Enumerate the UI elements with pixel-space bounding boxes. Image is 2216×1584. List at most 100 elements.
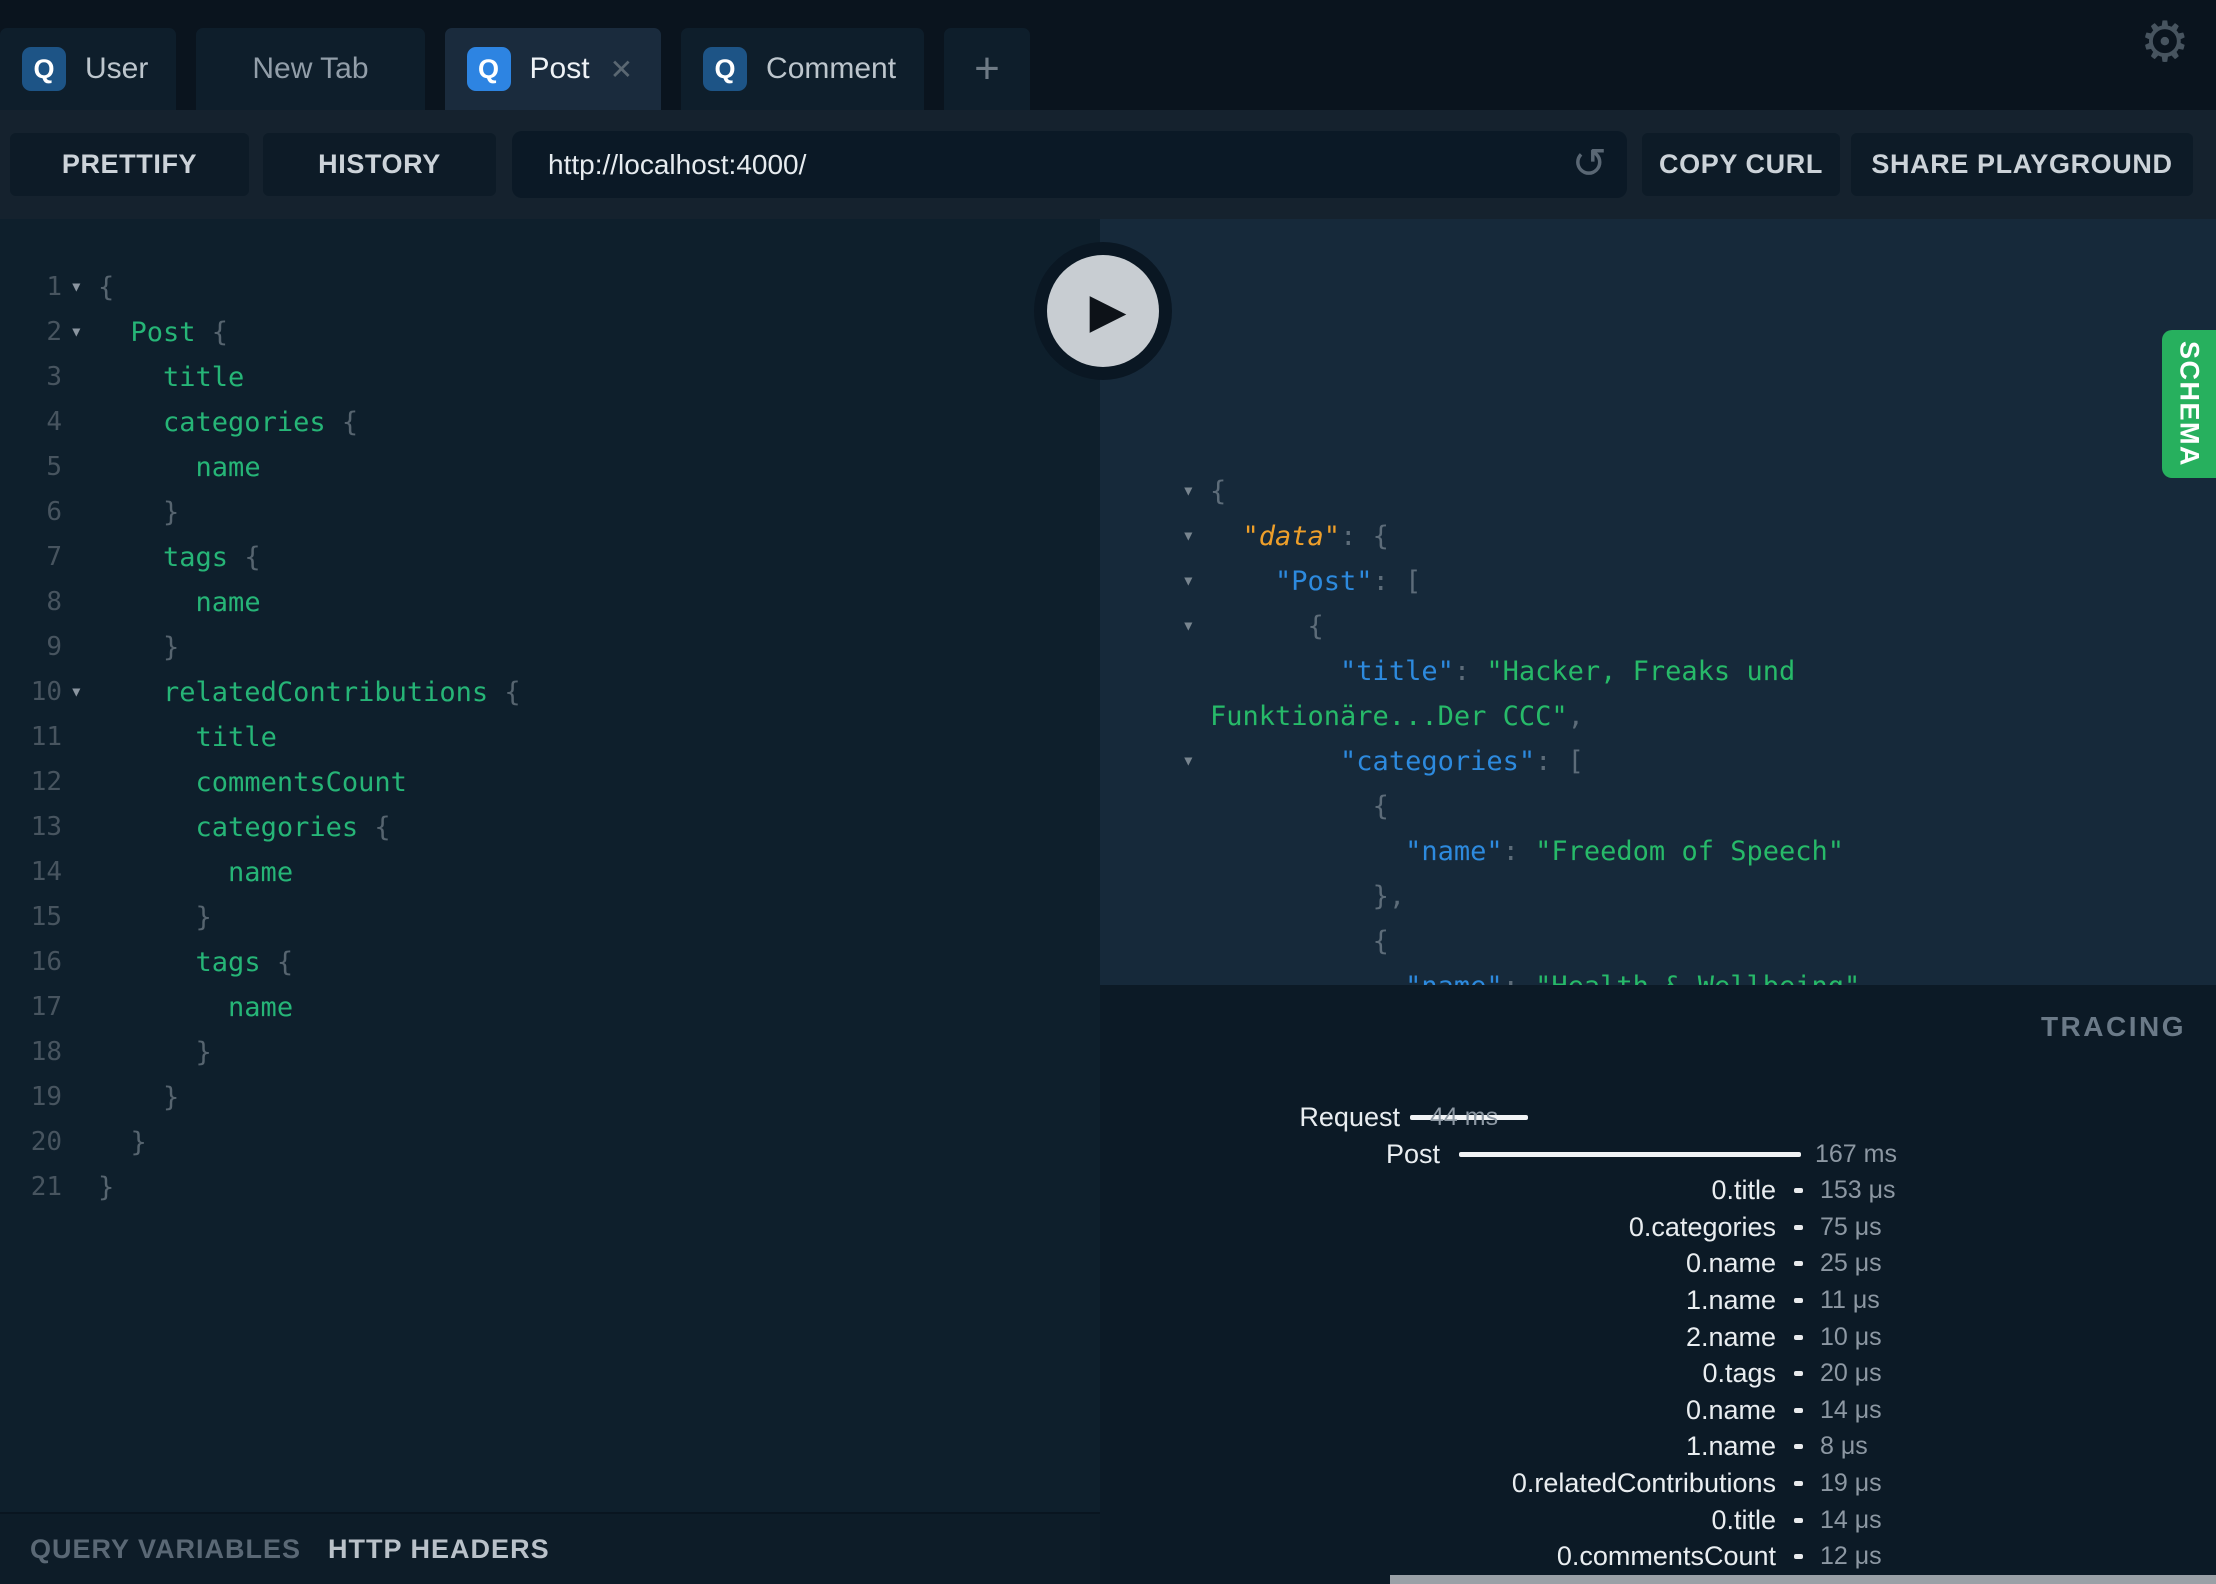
play-icon: ▶ [1089,283,1127,339]
line-number: 12 [30,767,62,797]
editor-line: 14 name [0,850,1100,895]
schema-side-tab[interactable]: SCHEMA [2162,330,2216,478]
http-headers-tab[interactable]: HTTP HEADERS [328,1534,550,1565]
tab-label: Comment [766,52,897,85]
line-number: 13 [30,812,62,842]
tab-user[interactable]: Q User [0,28,177,110]
editor-code: categories { [163,407,359,438]
tracing-row-label: 0.name [1685,1248,1776,1279]
line-number: 18 [30,1037,62,1067]
editor-code: tags { [163,542,261,573]
editor-line: 2 ▾ Post { [0,310,1100,355]
line-number: 21 [30,1172,62,1202]
tracing-row-value: 12 μs [1820,1542,1882,1571]
add-tab-button[interactable]: + [944,28,1030,110]
tracing-row: 0.title 153 μs [1100,1172,2216,1209]
horizontal-scrollbar[interactable] [1390,1575,2216,1584]
editor-code: name [195,452,261,483]
settings-gear-icon[interactable]: ⚙ [2140,14,2190,70]
tracing-row-value: 8 μs [1820,1432,1868,1461]
editor-line: 20 } [0,1120,1100,1165]
endpoint-url-value: http://localhost:4000/ [548,148,807,180]
tab-comment[interactable]: Q Comment [681,28,925,110]
fold-arrow-icon[interactable]: ▾ [1182,558,1195,603]
tracing-dash [1794,1224,1803,1230]
editor-line: 4 categories { [0,400,1100,445]
editor-code: relatedContributions { [163,677,521,708]
editor-line: 21} [0,1165,1100,1210]
tracing-dash [1794,1334,1803,1340]
editor-code: } [163,632,180,663]
tab-post[interactable]: Q Post ✕ [444,28,662,110]
tracing-row-label: 1.name [1685,1431,1776,1462]
editor-bottom-bar: QUERY VARIABLES HTTP HEADERS [0,1512,1100,1584]
editor-line: 9 } [0,625,1100,670]
editor-code: categories { [195,812,391,843]
fold-arrow-icon[interactable]: ▾ [70,669,83,714]
editor-code: name [228,992,294,1023]
line-number: 14 [30,857,62,887]
query-editor[interactable]: 1 ▾{2 ▾ Post {3 title 4 categories {5 name 6… [0,265,1100,1210]
prettify-button[interactable]: PRETTIFY [10,133,249,196]
tracing-row: 0.name 14 μs [1100,1392,2216,1429]
query-editor-pane[interactable]: 1 ▾{2 ▾ Post {3 title 4 categories {5 name 6… [0,219,1100,1512]
endpoint-url-input[interactable]: http://localhost:4000/ ↺ [512,131,1627,198]
tracing-row-label: 0.title [1711,1504,1776,1535]
query-badge: Q [703,47,748,91]
response-line: "title": "Hacker, Freaks und [1340,656,1796,687]
response-line: { [1372,791,1389,822]
tracing-row: Request 44 ms [1100,1099,2216,1136]
tracing-row-label: Post [1385,1138,1440,1169]
line-number: 16 [30,947,62,977]
response-line: }, [1372,881,1406,912]
editor-line: 11 title [0,715,1100,760]
tracing-dash [1794,1371,1803,1377]
fold-arrow-icon[interactable]: ▾ [1182,738,1195,783]
close-tab-icon[interactable]: ✕ [610,53,633,86]
tab-new-tab[interactable]: New Tab [196,28,425,110]
fold-arrow-icon[interactable]: ▾ [70,264,83,309]
editor-code: { [98,272,115,303]
query-variables-tab[interactable]: QUERY VARIABLES [30,1534,301,1565]
tracing-row: 1.name 8 μs [1100,1428,2216,1465]
tracing-row-label: 2.name [1685,1321,1776,1352]
copy-curl-button[interactable]: COPY CURL [1642,133,1840,196]
fold-arrow-icon[interactable]: ▾ [1182,468,1195,513]
share-playground-button[interactable]: SHARE PLAYGROUND [1851,133,2193,196]
editor-code: tags { [195,947,294,978]
tab-label: User [85,52,149,85]
line-number: 7 [46,542,62,572]
editor-line: 5 name [0,445,1100,490]
fold-arrow-icon[interactable]: ▾ [1182,513,1195,558]
tracing-row: 0.relatedContributions 19 μs [1100,1465,2216,1502]
tracing-row-value: 14 μs [1820,1505,1882,1534]
tracing-row-value: 75 μs [1820,1212,1882,1241]
line-number: 10 [30,677,62,707]
tracing-title: TRACING [2040,1011,2186,1042]
line-number: 17 [30,992,62,1022]
editor-code: title [195,722,277,753]
tracing-row-value: 20 μs [1820,1359,1882,1388]
editor-line: 8 name [0,580,1100,625]
reload-icon[interactable]: ↺ [1572,138,1607,187]
toolbar: PRETTIFY HISTORY http://localhost:4000/ … [0,110,2216,219]
editor-line: 3 title [0,355,1100,400]
editor-code: } [98,1172,115,1203]
editor-code: } [163,1082,180,1113]
tracing-row: 0.categories 75 μs [1100,1209,2216,1246]
line-number: 6 [46,497,62,527]
editor-code: } [130,1127,147,1158]
tracing-dash [1794,1444,1803,1450]
tracing-row-label: 0.tags [1702,1358,1776,1389]
query-badge: Q [466,47,511,91]
fold-arrow-icon[interactable]: ▾ [1182,603,1195,648]
fold-arrow-icon[interactable]: ▾ [70,309,83,354]
response-json: ▾{▾ "data": {▾ "Post": [▾ { "title": "Ha… [1100,469,2216,985]
execute-query-button[interactable]: ▶ [1034,242,1172,380]
history-button[interactable]: HISTORY [263,133,496,196]
tracing-row: 0.commentsCount 12 μs [1100,1538,2216,1575]
tracing-row-value: 14 μs [1820,1395,1882,1424]
tracing-row-label: 0.title [1711,1175,1776,1206]
editor-code: } [195,902,212,933]
tab-bar: Q User New Tab Q Post ✕ Q Comment + [0,28,1030,110]
